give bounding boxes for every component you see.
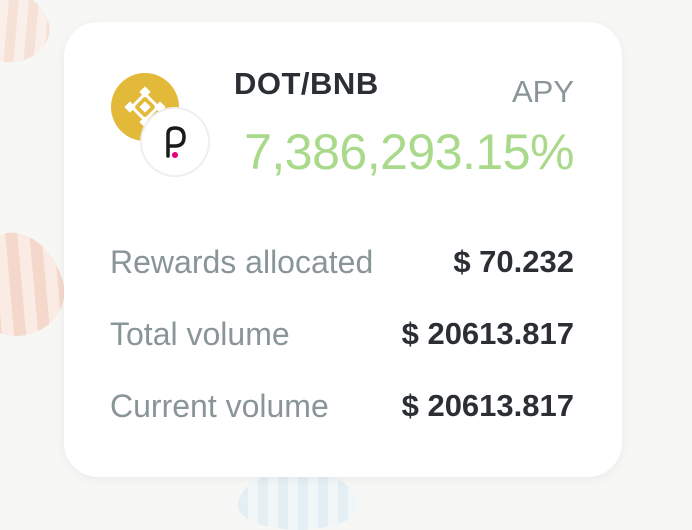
pool-pair-title: DOT/BNB — [234, 66, 379, 101]
stat-label: Total volume — [110, 315, 290, 352]
apy-label: APY — [511, 74, 574, 109]
stat-row-current-volume: Current volume $ 20613.817 — [110, 384, 574, 428]
stat-value: $ 20613.817 — [401, 316, 574, 351]
stat-label: Rewards allocated — [110, 243, 374, 280]
decorative-egg — [0, 0, 58, 72]
stat-value: $ 20613.817 — [401, 388, 574, 423]
decorative-egg — [0, 221, 74, 347]
decorative-egg — [238, 470, 358, 530]
apy-value: 7,386,293.15% — [244, 124, 574, 180]
stat-value: $ 70.232 — [453, 244, 574, 279]
stat-row-rewards-allocated: Rewards allocated $ 70.232 — [110, 240, 574, 284]
polkadot-icon — [142, 109, 208, 175]
pool-card[interactable]: DOT/BNB APY 7,386,293.15% Rewards alloca… — [64, 22, 622, 477]
stat-label: Current volume — [110, 387, 329, 424]
stat-row-total-volume: Total volume $ 20613.817 — [110, 312, 574, 356]
